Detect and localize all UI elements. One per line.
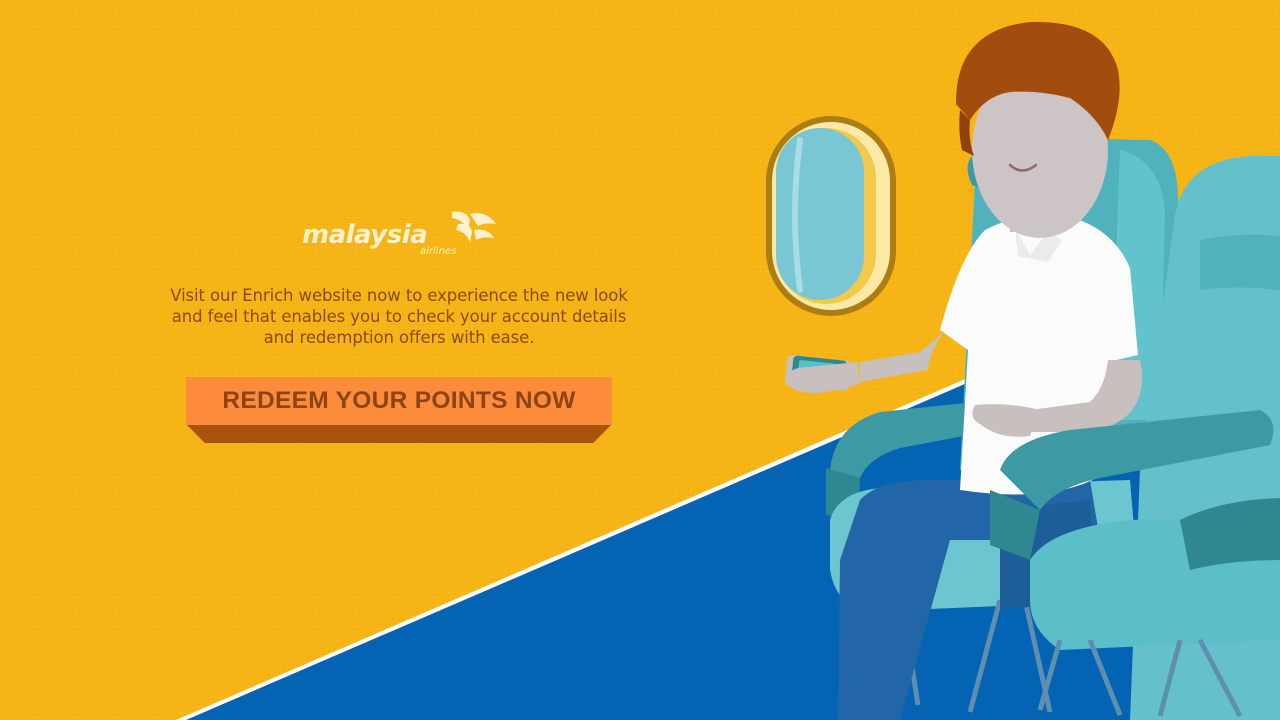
redeem-points-label: REDEEM YOUR POINTS NOW [186,377,612,425]
promo-message: Visit our Enrich website now to experien… [170,286,628,347]
airplane-window [766,116,896,316]
passenger-illustration [766,21,1280,720]
button-shadow [186,424,612,443]
brand-name: malaysia [302,220,428,250]
airline-emblem-icon [452,211,496,242]
malaysia-airlines-logo: malaysia airlines [302,206,502,262]
ad-banner[interactable]: malaysia airlines Visit our Enrich websi… [0,0,1280,720]
redeem-points-button[interactable]: REDEEM YOUR POINTS NOW [186,377,612,443]
